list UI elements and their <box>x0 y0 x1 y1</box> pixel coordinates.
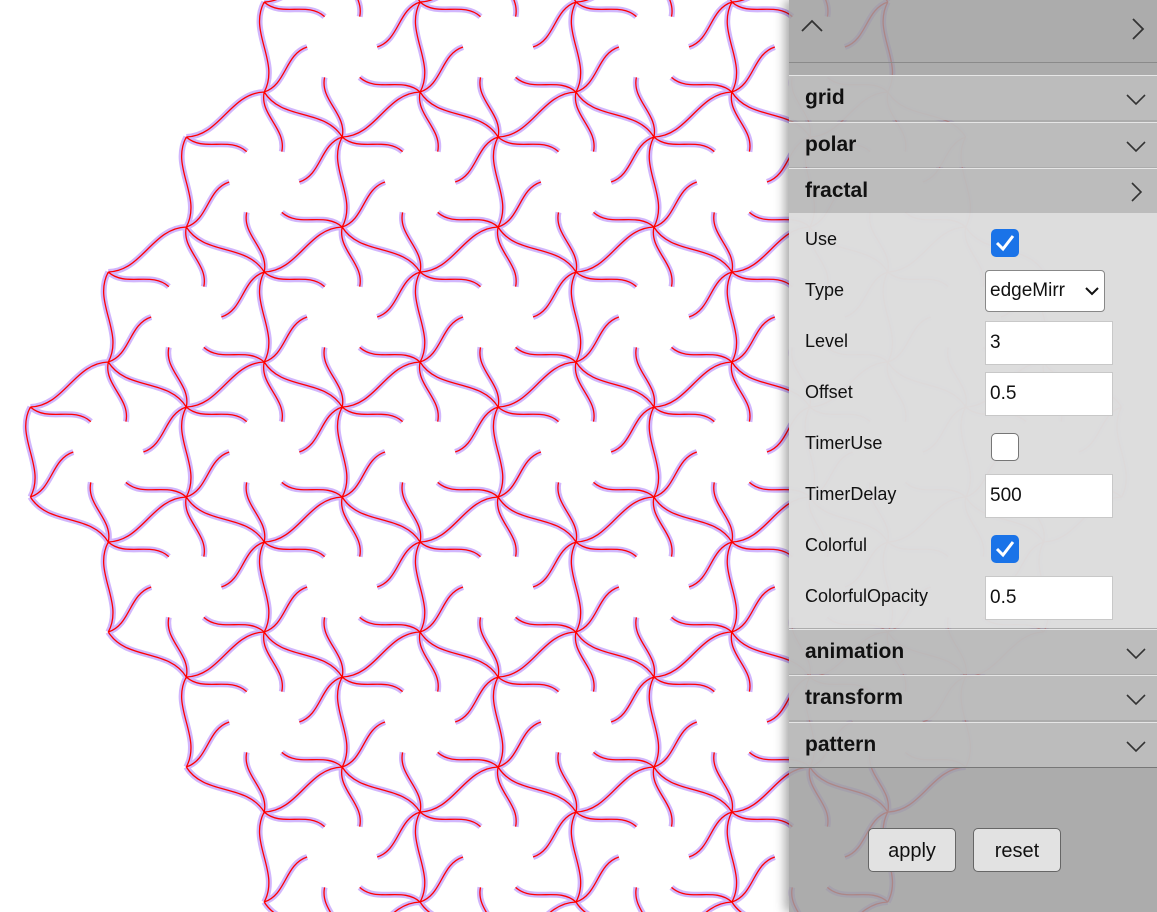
level-label: Level <box>805 331 849 351</box>
chevron-down-icon <box>1126 741 1146 753</box>
row-level: Level 3 <box>789 315 1157 366</box>
row-colorful-opacity: ColorfulOpacity 0.5 <box>789 570 1157 621</box>
offset-label: Offset <box>805 382 853 402</box>
use-checkbox[interactable] <box>991 229 1019 257</box>
row-colorful: Colorful <box>789 519 1157 570</box>
timer-use-label: TimerUse <box>805 433 883 453</box>
row-type: Type edgeMirr <box>789 264 1157 315</box>
chevron-right-icon <box>1131 182 1143 202</box>
timer-delay-input[interactable]: 500 <box>985 474 1113 518</box>
colorful-checkbox[interactable] <box>991 535 1019 563</box>
chevron-down-icon <box>1126 141 1146 153</box>
section-title: fractal <box>805 179 869 202</box>
apply-button[interactable]: apply <box>868 828 956 872</box>
reset-button[interactable]: reset <box>973 828 1061 872</box>
row-timer-delay: TimerDelay 500 <box>789 468 1157 519</box>
section-fractal[interactable]: fractal <box>789 168 1157 213</box>
section-animation[interactable]: animation <box>789 629 1157 674</box>
panel-topbar <box>789 0 1157 63</box>
chevron-down-icon <box>1126 94 1146 106</box>
row-use: Use <box>789 213 1157 264</box>
type-label: Type <box>805 280 845 300</box>
section-title: grid <box>805 86 845 109</box>
checkmark-icon <box>995 235 1015 252</box>
use-label: Use <box>805 229 838 249</box>
offset-input[interactable]: 0.5 <box>985 372 1113 416</box>
row-offset: Offset 0.5 <box>789 366 1157 417</box>
fractal-settings: Use Type edgeMirr Level 3 Offset 0.5 Tim… <box>789 213 1157 628</box>
chevron-up-icon[interactable] <box>797 12 827 42</box>
checkmark-icon <box>995 541 1015 558</box>
colorful-opacity-input[interactable]: 0.5 <box>985 576 1113 620</box>
timer-delay-label: TimerDelay <box>805 484 897 504</box>
chevron-down-icon <box>1126 648 1146 660</box>
level-input[interactable]: 3 <box>985 321 1113 365</box>
section-grid[interactable]: grid <box>789 75 1157 120</box>
section-pattern[interactable]: pattern <box>789 722 1157 768</box>
colorful-label: Colorful <box>805 535 868 555</box>
section-polar[interactable]: polar <box>789 122 1157 167</box>
section-title: transform <box>805 686 904 709</box>
type-select[interactable]: edgeMirr <box>985 270 1105 312</box>
section-title: polar <box>805 133 857 156</box>
section-title: pattern <box>805 733 877 756</box>
chevron-down-icon <box>1126 694 1146 706</box>
colorful-opacity-label: ColorfulOpacity <box>805 586 929 606</box>
type-select-value: edgeMirr <box>990 280 1065 301</box>
settings-panel: grid polar fractal Use Type edgeMirr Lev… <box>789 0 1157 912</box>
chevron-down-icon <box>1085 287 1099 296</box>
timer-use-checkbox[interactable] <box>991 433 1019 461</box>
chevron-right-icon[interactable] <box>1123 14 1153 44</box>
section-title: animation <box>805 640 905 663</box>
row-timer-use: TimerUse <box>789 417 1157 468</box>
section-transform[interactable]: transform <box>789 675 1157 720</box>
